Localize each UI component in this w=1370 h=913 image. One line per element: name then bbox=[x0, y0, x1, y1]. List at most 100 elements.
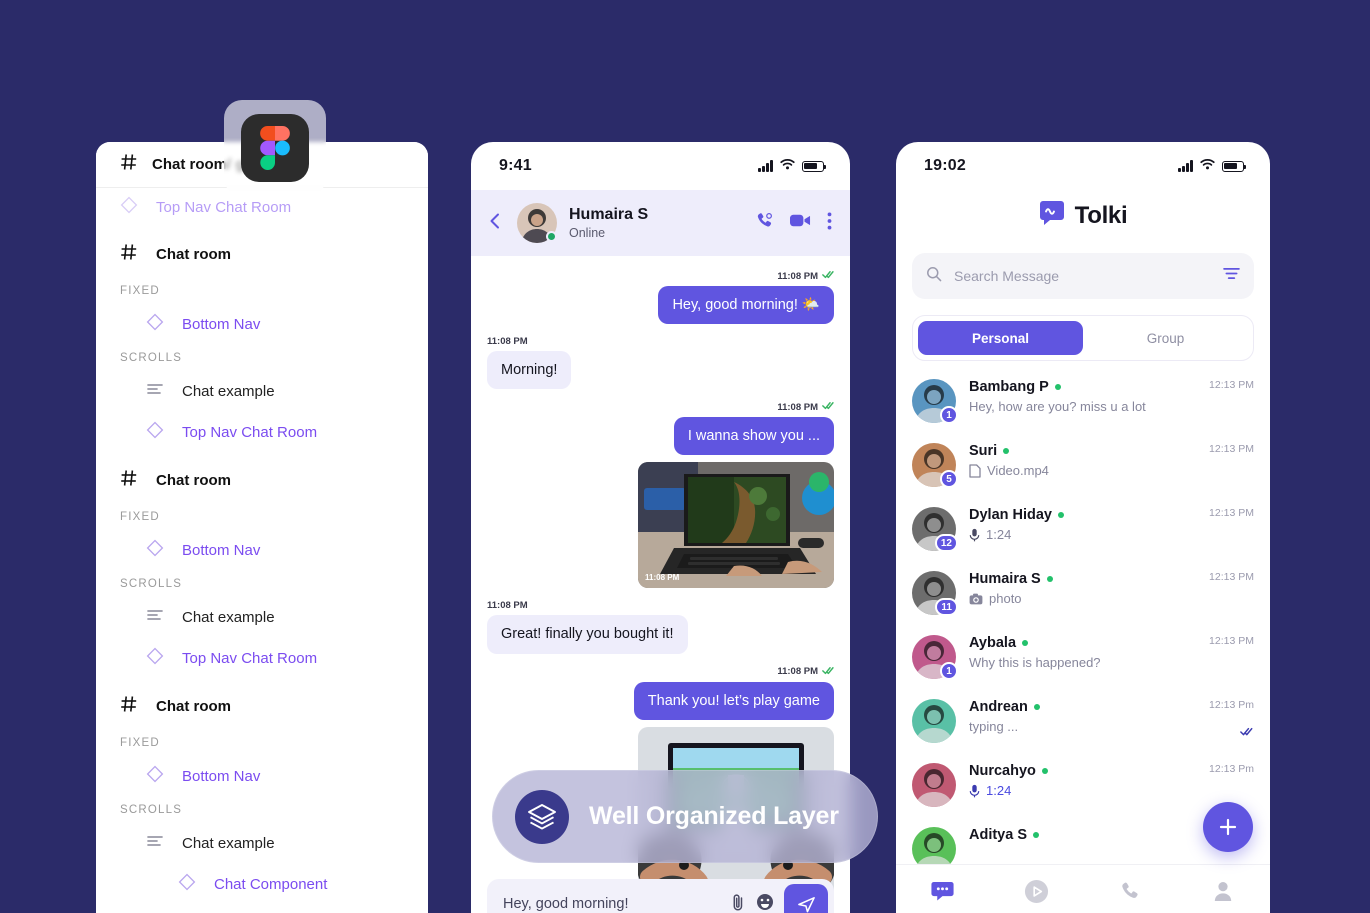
peer-avatar[interactable] bbox=[517, 203, 557, 243]
layer-row-comp[interactable]: Bottom Nav bbox=[96, 304, 428, 345]
online-dot bbox=[1033, 832, 1040, 838]
avatar: 1 bbox=[912, 635, 958, 680]
layer-label: Chat Component bbox=[214, 876, 328, 893]
layers-list: Top Nav Chat Room Chat room FIXED Bottom N… bbox=[96, 188, 428, 905]
chat-filter-tabs: Personal Group bbox=[912, 315, 1254, 361]
online-indicator bbox=[546, 231, 557, 242]
nav-calls[interactable] bbox=[1083, 880, 1177, 902]
tab-personal[interactable]: Personal bbox=[918, 321, 1083, 355]
send-button[interactable] bbox=[784, 884, 828, 913]
component-diamond-icon bbox=[146, 421, 164, 444]
chat-preview-text: typing ... bbox=[969, 719, 1019, 734]
chat-list-item[interactable]: 5 Suri Video.mp4 12:13 PM bbox=[896, 433, 1270, 497]
layer-row-frame[interactable]: Chat example bbox=[96, 597, 428, 638]
layer-section-label: FIXED bbox=[120, 511, 160, 523]
new-chat-fab[interactable] bbox=[1203, 802, 1253, 852]
chat-preview-text: 1:24 bbox=[986, 527, 1012, 542]
chat-list-item[interactable]: 1 Aybala Why this is happened? 12:13 PM bbox=[896, 625, 1270, 689]
emoji-icon[interactable] bbox=[756, 893, 774, 913]
chat-preview: 1:24 bbox=[969, 527, 1254, 542]
camera-icon bbox=[969, 593, 983, 605]
hash-icon bbox=[120, 695, 138, 718]
layer-row-comp[interactable]: Bottom Nav bbox=[96, 530, 428, 571]
timestamp-text: 11:08 PM bbox=[487, 336, 528, 348]
chat-preview-text: 1:24 bbox=[986, 783, 1012, 798]
message-input[interactable]: Hey, good morning! bbox=[503, 896, 720, 912]
message-timestamp: 11:08 PM bbox=[487, 270, 834, 282]
filter-icon[interactable] bbox=[1223, 267, 1240, 285]
topbar-actions bbox=[755, 211, 832, 235]
layer-row-group[interactable]: Chat room bbox=[96, 227, 428, 278]
layer-label: Top Nav Chat Room bbox=[182, 424, 318, 441]
text-layer-icon bbox=[146, 606, 164, 629]
hash-icon bbox=[120, 469, 138, 492]
chat-list-item[interactable]: 1 Bambang P Hey, how are you? miss u a lot… bbox=[896, 369, 1270, 433]
video-camera-icon[interactable] bbox=[790, 213, 811, 233]
more-vertical-icon[interactable] bbox=[827, 212, 832, 235]
layer-label: Bottom Nav bbox=[182, 316, 261, 333]
message-bubble[interactable]: I wanna show you ... bbox=[673, 417, 834, 456]
chat-list-item[interactable]: 12 Dylan Hiday 1:24 12:13 PM bbox=[896, 497, 1270, 561]
timestamp-text: 11:08 PM bbox=[487, 600, 528, 612]
phone-call-icon[interactable] bbox=[755, 211, 774, 235]
message-bubble[interactable]: Morning! bbox=[487, 351, 572, 390]
text-layer-icon bbox=[146, 832, 164, 855]
layer-row-comp[interactable]: Top Nav Chat Room bbox=[96, 412, 428, 453]
chat-list-item[interactable]: 11 Humaira S photo 12:13 PM bbox=[896, 561, 1270, 625]
timestamp-text: 11:08 PM bbox=[777, 401, 818, 413]
unread-badge: 1 bbox=[940, 662, 958, 680]
text-layer-icon bbox=[146, 380, 164, 403]
avatar: 1 bbox=[912, 379, 958, 424]
message-timestamp: 11:08 PM bbox=[487, 336, 834, 347]
layer-label: Chat room bbox=[156, 472, 231, 489]
chat-preview: Why this is happened? bbox=[969, 655, 1254, 670]
status-icons bbox=[758, 157, 827, 175]
layer-row-comp[interactable]: Bottom Nav bbox=[96, 756, 428, 797]
chat-preview: Video.mp4 bbox=[969, 463, 1254, 478]
contact-name: Aybala bbox=[969, 635, 1017, 651]
chat-timestamp: 12:13 PM bbox=[1209, 635, 1254, 647]
chat-timestamp: 12:13 PM bbox=[1209, 443, 1254, 455]
message-bubble[interactable]: Thank you! let’s play game bbox=[633, 681, 834, 720]
status-icons bbox=[1178, 157, 1247, 175]
tab-group[interactable]: Group bbox=[1083, 321, 1248, 355]
layer-row-frame[interactable]: Chat example bbox=[96, 823, 428, 864]
component-diamond-icon bbox=[178, 873, 196, 896]
nav-chats[interactable] bbox=[896, 881, 990, 902]
layer-label: Chat room bbox=[156, 698, 231, 715]
contact-name: Suri bbox=[969, 443, 998, 459]
layer-row-comp[interactable]: Chat Component bbox=[96, 864, 428, 905]
layer-label: Top Nav Chat Room bbox=[182, 650, 318, 667]
nav-profile[interactable] bbox=[1177, 880, 1271, 902]
layer-row-frame[interactable]: Chat example bbox=[96, 371, 428, 412]
message-timestamp: 11:08 PM bbox=[487, 600, 834, 611]
message-bubble[interactable]: Great! finally you bought it! bbox=[487, 615, 688, 654]
layer-row-group[interactable]: Chat room bbox=[96, 679, 428, 730]
online-dot bbox=[1058, 512, 1064, 518]
unread-badge: 12 bbox=[934, 534, 958, 552]
nav-stories[interactable] bbox=[990, 879, 1084, 904]
layer-label: Bottom Nav bbox=[182, 542, 261, 559]
mic-icon bbox=[969, 784, 980, 798]
chevron-left-icon[interactable] bbox=[485, 211, 505, 236]
well-organized-layer-badge: Well Organized Layer bbox=[492, 770, 878, 863]
bottom-nav bbox=[896, 864, 1270, 913]
online-dot bbox=[1003, 448, 1010, 454]
layer-section-label: FIXED bbox=[120, 737, 160, 749]
layer-row-comp[interactable]: Top Nav Chat Room bbox=[96, 638, 428, 679]
message-image[interactable]: 11:08 PM bbox=[638, 462, 834, 589]
layer-label: Bottom Nav bbox=[182, 768, 261, 785]
search-input[interactable]: Search Message bbox=[954, 268, 1211, 284]
layer-row-group[interactable]: Chat room bbox=[96, 453, 428, 504]
contact-name: Bambang P bbox=[969, 379, 1049, 395]
message-bubble[interactable]: Hey, good morning! 🌤️ bbox=[658, 286, 834, 325]
signal-icon bbox=[1178, 160, 1193, 172]
chat-list-item[interactable]: Andrean typing ... 12:13 Pm bbox=[896, 689, 1270, 753]
search-bar[interactable]: Search Message bbox=[912, 253, 1254, 299]
layer-section-label: FIXED bbox=[120, 285, 160, 297]
attachment-clip-icon[interactable] bbox=[730, 893, 746, 913]
peer-name: Humaira S bbox=[569, 205, 649, 223]
avatar: 11 bbox=[912, 571, 958, 616]
message-composer[interactable]: Hey, good morning! bbox=[487, 879, 834, 913]
message-row: Thank you! let’s play game bbox=[487, 681, 834, 720]
